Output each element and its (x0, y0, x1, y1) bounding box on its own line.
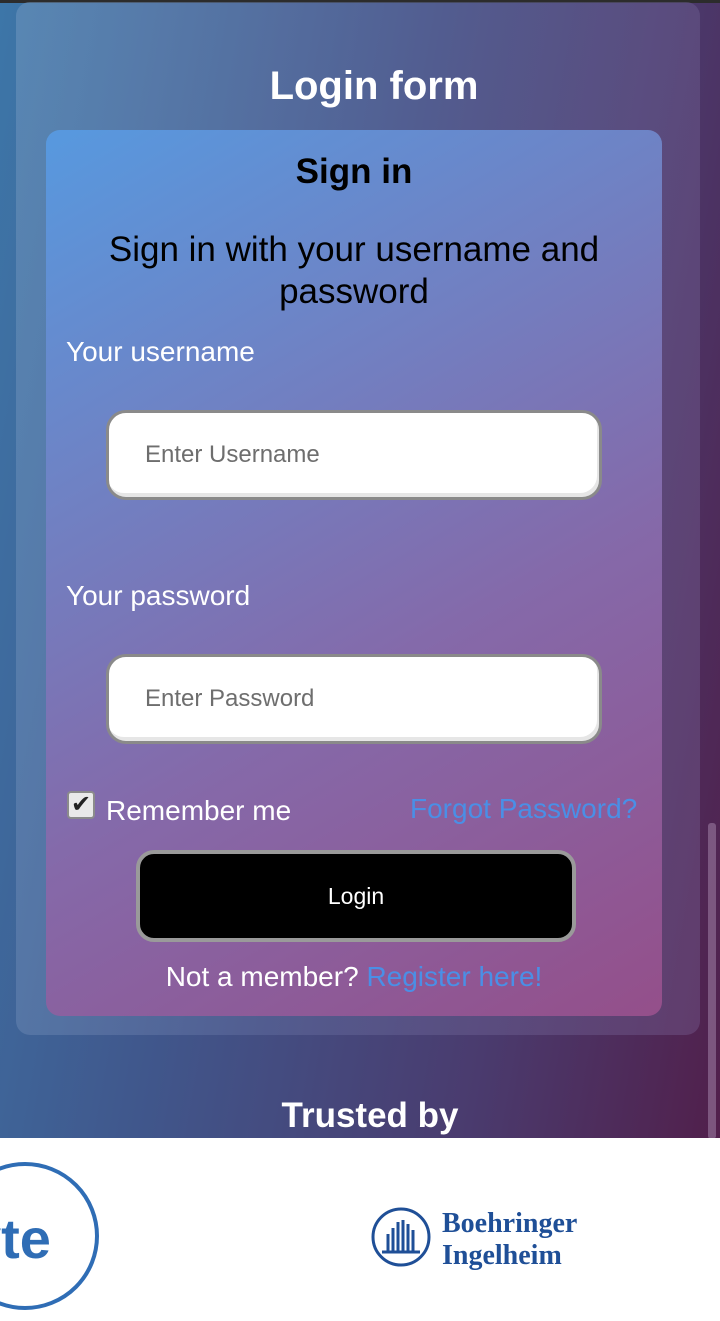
remember-me-checkbox[interactable]: ✔ (67, 791, 95, 819)
username-input[interactable] (106, 410, 602, 500)
not-member-text: Not a member? (165, 961, 359, 992)
trusted-by-title: Trusted by (281, 1096, 459, 1135)
forgot-password-link[interactable]: Forgot Password? (410, 791, 637, 827)
logos-strip: yte Boehringer Ingelheim (0, 1138, 720, 1321)
register-link[interactable]: Register here! (366, 961, 542, 992)
login-button[interactable]: Login (136, 850, 576, 942)
card-subtitle: Sign in with your username and password (108, 230, 600, 311)
boehringer-text: Boehringer (442, 1208, 578, 1239)
password-input[interactable] (106, 654, 602, 744)
username-label: Your username (66, 336, 255, 367)
password-label: Your password (66, 580, 251, 611)
checkmark-icon: ✔ (70, 791, 92, 818)
yte-logo-text: yte (0, 1207, 51, 1270)
scrollbar[interactable] (708, 823, 716, 1139)
ingelheim-text: Ingelheim (442, 1240, 562, 1271)
card-title: Sign in (295, 152, 413, 191)
boehringer-ingelheim-logo: Boehringer Ingelheim (370, 1206, 610, 1276)
register-prompt: Not a member? Register here! (46, 959, 662, 995)
remember-me-label: Remember me (106, 795, 292, 826)
page-title: Login form (269, 64, 479, 108)
yte-logo: yte (0, 1162, 99, 1310)
boehringer-emblem-icon (371, 1207, 431, 1267)
sign-in-card: Sign in Sign in with your username and p… (46, 130, 662, 1016)
